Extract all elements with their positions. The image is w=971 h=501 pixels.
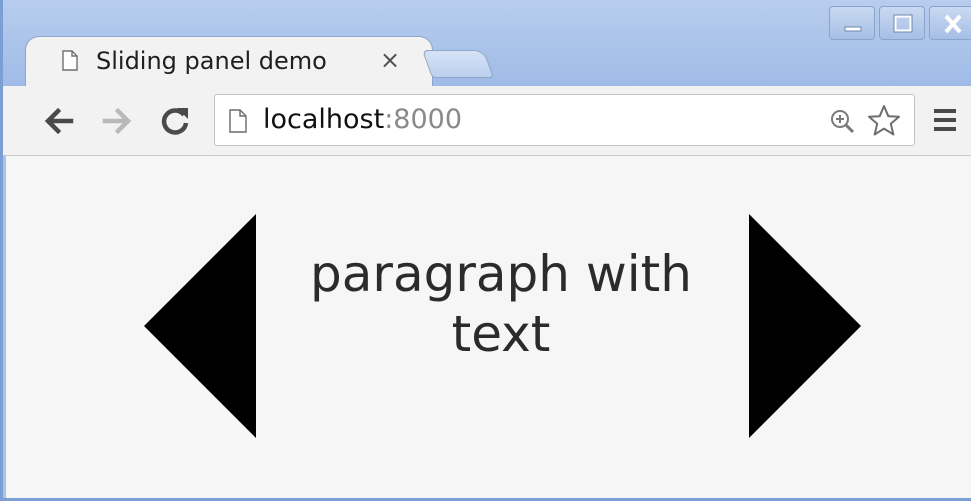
page-icon bbox=[229, 109, 247, 133]
page-content: paragraph with text bbox=[6, 156, 971, 498]
window-close-button[interactable] bbox=[929, 6, 971, 40]
window-controls bbox=[829, 6, 971, 42]
browser-window: Sliding panel demo × localhost:8000 para… bbox=[0, 0, 971, 501]
browser-toolbar: localhost:8000 bbox=[3, 86, 971, 156]
forward-arrow-icon[interactable] bbox=[99, 103, 135, 139]
address-bar[interactable]: localhost:8000 bbox=[214, 94, 915, 146]
url-port: :8000 bbox=[384, 104, 463, 135]
tab-strip: Sliding panel demo × bbox=[3, 0, 971, 88]
left-triangle-arrow-icon[interactable] bbox=[144, 214, 259, 438]
minimize-button[interactable] bbox=[829, 6, 875, 40]
tab-sliding-panel-demo[interactable]: Sliding panel demo × bbox=[25, 36, 433, 88]
maximize-icon bbox=[893, 14, 913, 33]
back-arrow-icon[interactable] bbox=[41, 103, 77, 139]
hamburger-menu-icon[interactable] bbox=[932, 106, 958, 134]
zoom-icon[interactable] bbox=[829, 108, 857, 136]
star-icon[interactable] bbox=[867, 104, 901, 138]
maximize-button[interactable] bbox=[879, 6, 925, 40]
tab-close-button[interactable]: × bbox=[380, 46, 400, 74]
panel-paragraph: paragraph with text bbox=[310, 245, 692, 363]
close-icon bbox=[944, 14, 962, 34]
right-triangle-arrow-icon[interactable] bbox=[749, 214, 864, 438]
reload-icon[interactable] bbox=[157, 103, 193, 139]
page-icon bbox=[62, 50, 78, 71]
url-text[interactable]: localhost:8000 bbox=[263, 104, 462, 135]
new-tab-button[interactable] bbox=[421, 50, 495, 78]
tab-title: Sliding panel demo bbox=[96, 47, 327, 75]
url-host: localhost bbox=[263, 104, 385, 135]
minimize-icon bbox=[844, 26, 862, 32]
